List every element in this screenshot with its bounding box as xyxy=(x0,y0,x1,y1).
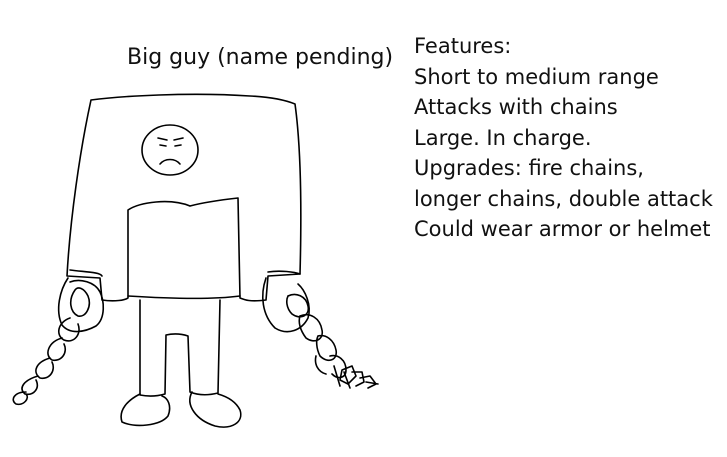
right-eyebrow xyxy=(173,137,184,141)
torso-outline xyxy=(66,93,302,302)
right-hand xyxy=(261,277,310,333)
left-arm-inner-line xyxy=(69,269,103,277)
waist-line xyxy=(127,295,241,300)
right-chain xyxy=(286,293,379,389)
frown-mouth xyxy=(159,158,181,165)
left-eye xyxy=(159,144,167,147)
left-chain xyxy=(12,287,91,406)
left-eyebrow xyxy=(157,137,168,141)
right-foot xyxy=(189,391,242,428)
concept-art-page: Big guy (name pending) Features: Short t… xyxy=(0,0,727,457)
legs-outline xyxy=(139,299,221,397)
left-foot xyxy=(120,393,171,427)
big-guy-sketch xyxy=(12,93,379,428)
right-eye xyxy=(174,144,182,147)
left-hand xyxy=(57,277,105,333)
head xyxy=(141,124,199,176)
